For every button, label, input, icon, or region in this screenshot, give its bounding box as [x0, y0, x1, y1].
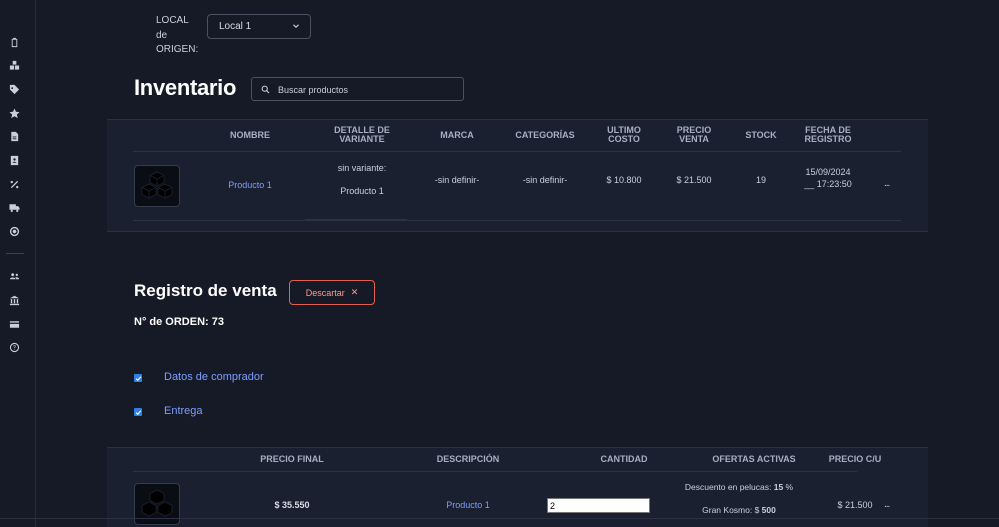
checkmark-icon [135, 375, 141, 381]
sale-title: Registro de venta [134, 281, 277, 300]
variant-line: Producto 1 [340, 186, 384, 196]
column-header-ultimo-costo[interactable]: ULTIMO COSTO [594, 126, 654, 144]
final-price-value: $ 35.550 [274, 500, 310, 510]
boxes-icon[interactable] [8, 59, 20, 71]
column-header-ofertas[interactable]: OFERTAS ACTIVAS [704, 455, 804, 464]
origin-select-value: Local 1 [219, 21, 252, 32]
origin-label-line: ORIGEN: [156, 44, 199, 55]
bottom-divider [0, 518, 999, 519]
star-icon[interactable] [8, 107, 20, 119]
column-header-variante[interactable]: DETALLE DE VARIANTE [327, 126, 397, 144]
discard-label: Descartar [305, 287, 345, 298]
target-icon[interactable] [8, 225, 20, 237]
brand-value: -sin definir- [434, 175, 480, 185]
search-icon [261, 85, 270, 94]
checkmark-icon [135, 409, 141, 415]
contact-book-icon[interactable] [8, 154, 20, 166]
close-icon: ✕ [350, 287, 359, 297]
percent-icon[interactable] [8, 178, 20, 190]
bank-icon[interactable] [8, 294, 20, 306]
row-divider [133, 220, 901, 221]
header-divider [133, 151, 901, 152]
variant-detail: sin variante: Producto 1 [322, 162, 402, 197]
variant-line: sin variante: [337, 163, 387, 173]
buyer-data-label[interactable]: Datos de comprador [164, 371, 264, 383]
column-header-precio-final[interactable]: PRECIO FINAL [252, 455, 332, 464]
offer-text: Descuento en pelucas: [684, 482, 774, 492]
inventory-table: NOMBRE DETALLE DE VARIANTE MARCA CATEGOR… [107, 119, 928, 232]
sidebar-divider [6, 253, 24, 254]
truck-icon[interactable] [8, 201, 20, 213]
product-description-link[interactable]: Producto 1 [433, 499, 503, 511]
column-header-fecha[interactable]: FECHA DE REGISTRO [798, 126, 858, 144]
header-divider [133, 471, 857, 472]
product-thumbnail [134, 165, 180, 207]
date-line: 15/09/2024 [805, 167, 851, 177]
column-header-descripcion[interactable]: DESCRIPCIÓN [428, 455, 508, 464]
column-header-marca[interactable]: MARCA [427, 131, 487, 140]
offer-suffix: % [783, 482, 794, 492]
origin-select[interactable]: Local 1 [207, 14, 311, 39]
clipboard-icon[interactable] [8, 36, 20, 48]
unit-price-value: $ 21.500 [837, 500, 873, 510]
sidebar [0, 0, 36, 527]
column-header-line: VARIANTE [339, 134, 385, 144]
active-offer-2: Gran Kosmo: $ 500 [669, 504, 809, 516]
offer-value: 15 [773, 482, 784, 492]
category-value: -sin definir- [522, 175, 568, 185]
credit-card-icon[interactable] [8, 318, 20, 330]
column-header-precio-venta[interactable]: PRECIO VENTA [664, 126, 724, 144]
product-name-link[interactable]: Producto 1 [220, 179, 280, 191]
column-header-stock[interactable]: STOCK [736, 131, 786, 140]
offer-text: Gran Kosmo: $ [702, 505, 762, 515]
users-icon[interactable] [8, 270, 20, 282]
sale-price-value: $ 21.500 [676, 175, 712, 185]
cubes-icon [141, 489, 173, 517]
tag-icon[interactable] [8, 83, 20, 95]
document-icon[interactable] [8, 130, 20, 142]
column-header-categorias[interactable]: CATEGORÍAS [510, 131, 580, 140]
column-header-nombre[interactable]: NOMBRE [220, 131, 280, 140]
column-header-precio-cu[interactable]: PRECIO C/U [825, 455, 885, 464]
search-input[interactable] [278, 82, 458, 97]
delivery-label[interactable]: Entrega [164, 405, 203, 417]
last-cost-value: $ 10.800 [606, 175, 642, 185]
page-title: Inventario [134, 75, 237, 100]
stock-value: 19 [755, 175, 766, 185]
quantity-input[interactable] [547, 498, 650, 513]
column-header-line: REGISTRO [804, 134, 852, 144]
order-number: N° de ORDEN: 73 [134, 316, 224, 328]
help-icon[interactable] [8, 341, 20, 353]
origin-label-line: LOCAL [156, 15, 189, 26]
column-header-line: VENTA [679, 134, 709, 144]
column-header-cantidad[interactable]: CANTIDAD [589, 455, 659, 464]
discard-button[interactable]: Descartar ✕ [289, 280, 375, 305]
chevron-down-icon [293, 24, 299, 28]
registration-date: 15/09/2024 __ 17:23:50 [793, 166, 863, 190]
active-offer-1: Descuento en pelucas: 15 % [669, 481, 809, 493]
row-menu-button[interactable]: ... [884, 178, 890, 189]
buyer-data-checkbox[interactable] [134, 374, 142, 382]
offer-value: 500 [761, 505, 776, 515]
row-menu-button[interactable]: ... [884, 499, 890, 510]
origin-label-line: de [156, 29, 168, 41]
sale-items-table: PRECIO FINAL DESCRIPCIÓN CANTIDAD OFERTA… [107, 447, 928, 527]
origin-label: LOCAL de ORIGEN: [156, 14, 198, 58]
delivery-checkbox[interactable] [134, 408, 142, 416]
cubes-icon [141, 171, 173, 199]
search-box[interactable] [251, 77, 464, 101]
main-content: LOCAL de ORIGEN: Local 1 Inventario NOMB… [36, 0, 999, 527]
date-line: __ 17:23:50 [804, 179, 852, 189]
column-header-line: COSTO [608, 134, 640, 144]
